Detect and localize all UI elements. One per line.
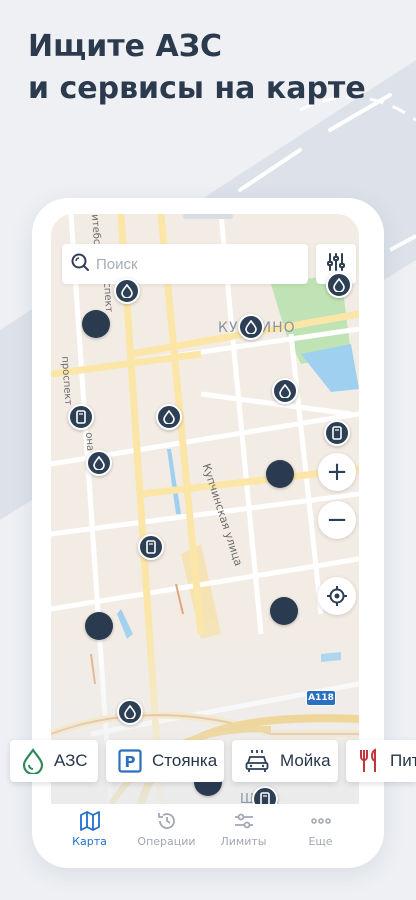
- chip-fuel-stations[interactable]: АЗС: [10, 740, 98, 782]
- sliders-icon: [234, 813, 253, 829]
- tab-limits[interactable]: Лимиты: [209, 810, 279, 848]
- fuel-drop-icon: [22, 748, 44, 774]
- street-label-vitebsky: итебс: [89, 214, 103, 245]
- street-label-ona: она: [83, 432, 96, 452]
- fuel-station-marker[interactable]: [238, 314, 264, 340]
- fuel-station-marker[interactable]: [272, 378, 298, 404]
- more-icon: [310, 818, 331, 824]
- fuel-station-marker[interactable]: [86, 450, 112, 476]
- map-view[interactable]: [51, 214, 359, 804]
- terminal-icon: [332, 426, 342, 440]
- service-cluster-marker[interactable]: [82, 310, 110, 338]
- fuel-drop-icon: [163, 410, 175, 424]
- tab-label: Еще: [308, 835, 333, 848]
- road-number-badge: A118: [306, 690, 336, 706]
- fuel-drop-icon: [333, 278, 345, 292]
- terminal-marker[interactable]: [68, 404, 94, 430]
- tab-label: Лимиты: [220, 835, 267, 848]
- search-input[interactable]: [96, 255, 296, 273]
- svg-text:P: P: [125, 753, 136, 771]
- chip-car-wash[interactable]: Мойка: [232, 740, 338, 782]
- terminal-icon: [146, 540, 156, 554]
- terminal-marker[interactable]: [324, 420, 350, 446]
- fuel-drop-icon: [245, 320, 257, 334]
- fuel-station-marker[interactable]: [156, 404, 182, 430]
- chip-label: Пит: [390, 751, 416, 770]
- tab-more[interactable]: Еще: [286, 810, 356, 848]
- fuel-drop-icon: [93, 456, 105, 470]
- car-wash-icon: [244, 749, 270, 773]
- tab-label: Операции: [137, 835, 196, 848]
- bottom-tab-bar: Карта Операции Лимиты Еще: [51, 804, 359, 854]
- map-icon: [79, 811, 100, 831]
- tab-map[interactable]: Карта: [55, 810, 125, 848]
- chip-label: Стоянка: [152, 751, 218, 770]
- service-cluster-marker[interactable]: [270, 597, 298, 625]
- chip-parking[interactable]: P Стоянка: [106, 740, 224, 782]
- terminal-marker[interactable]: [138, 534, 164, 560]
- chip-label: АЗС: [54, 751, 88, 770]
- food-icon: [358, 748, 380, 774]
- fuel-drop-icon: [279, 384, 291, 398]
- search-icon: [70, 252, 90, 277]
- zoom-out-button[interactable]: −: [318, 501, 356, 539]
- tab-label: Карта: [72, 835, 107, 848]
- tab-operations[interactable]: Операции: [132, 810, 202, 848]
- fuel-station-marker[interactable]: [117, 699, 143, 725]
- fuel-drop-icon: [121, 284, 133, 298]
- service-cluster-marker[interactable]: [85, 612, 113, 640]
- history-icon: [157, 813, 175, 829]
- my-location-button[interactable]: [318, 577, 356, 615]
- fuel-station-marker[interactable]: [114, 278, 140, 304]
- zoom-in-button[interactable]: +: [318, 453, 356, 491]
- chip-label: Мойка: [280, 751, 331, 770]
- headline-line-1: Ищите АЗС: [28, 29, 223, 64]
- fuel-drop-icon: [124, 705, 136, 719]
- map-canvas[interactable]: [51, 214, 359, 804]
- fuel-station-marker[interactable]: [326, 272, 352, 298]
- phone-speaker: [183, 214, 233, 219]
- search-bar[interactable]: [62, 244, 308, 284]
- parking-icon: P: [118, 749, 142, 773]
- promo-headline: Ищите АЗС и сервисы на карте: [28, 26, 398, 110]
- street-label-spekt: спект: [101, 282, 115, 313]
- chip-food[interactable]: Пит: [346, 740, 416, 782]
- terminal-icon: [76, 410, 86, 424]
- headline-line-2: и сервисы на карте: [28, 71, 366, 106]
- service-cluster-marker[interactable]: [266, 460, 294, 488]
- locate-icon: [327, 586, 347, 606]
